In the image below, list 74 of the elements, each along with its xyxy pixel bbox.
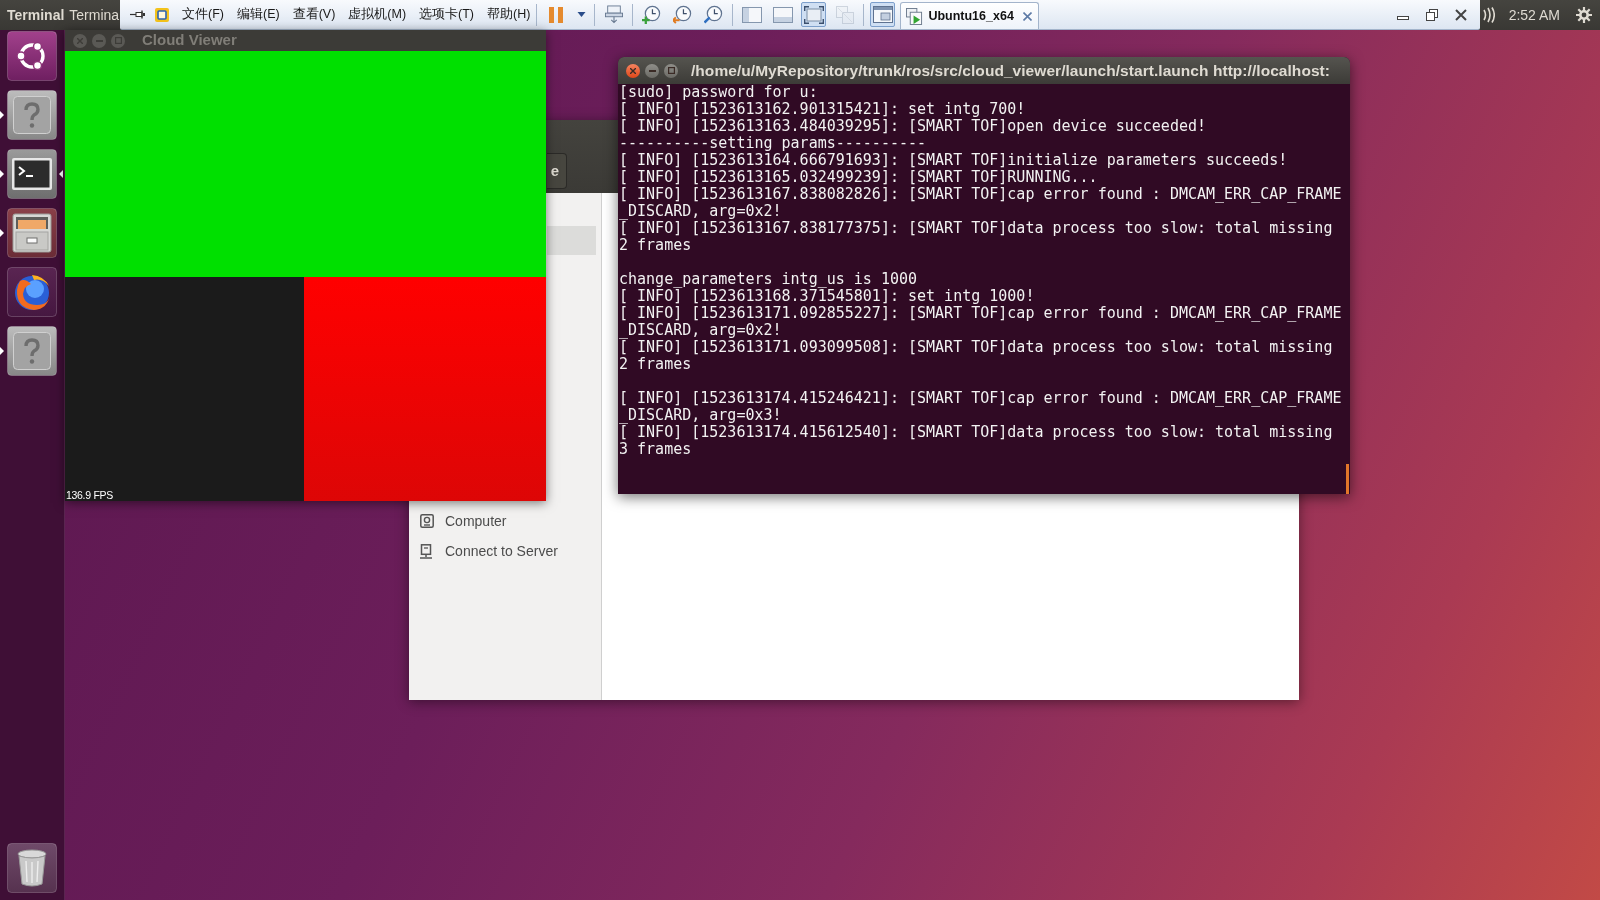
- window-icon: [872, 6, 893, 23]
- terminal-line: [ INFO] [1523613164.666791693]: [SMART TOF]initialize parameters succeeds!: [619, 152, 1288, 169]
- clock-magnifier-icon: [704, 5, 724, 24]
- minimize-icon: [648, 69, 656, 72]
- close-icon[interactable]: [1022, 11, 1032, 21]
- terminal-line: [ INFO] [1523613168.371545801]: set intg 1000!: [619, 288, 1035, 305]
- clock[interactable]: 2:52 AM: [1508, 4, 1560, 26]
- close-button[interactable]: [626, 63, 640, 78]
- maximize-button[interactable]: [664, 63, 678, 78]
- terminal-line: [ INFO] [1523613162.901315421]: set intg 700!: [619, 101, 1026, 118]
- fox-globe-icon: [7, 267, 57, 317]
- close-icon: [77, 37, 83, 44]
- sidebar-item[interactable]: Computer: [409, 506, 601, 536]
- network-computer-icon: [420, 543, 432, 559]
- question-mark-icon: [7, 90, 57, 140]
- header-button[interactable]: e: [547, 153, 567, 189]
- terminal-line: [sudo] password for u:: [619, 84, 818, 101]
- framed-square-icon[interactable]: [155, 7, 169, 22]
- question-mark-icon: [7, 326, 57, 376]
- fullscreen-icon: [803, 5, 824, 24]
- sidebar-label: Computer: [445, 511, 507, 531]
- menu-item[interactable]: 帮助(H): [487, 8, 531, 21]
- fullscreen-button[interactable]: [801, 2, 827, 27]
- terminal-line: [ INFO] [1523613163.484039295]: [SMART TOF]open device succeeded!: [619, 118, 1206, 135]
- menu-item[interactable]: 文件(F): [182, 8, 224, 21]
- trash-icon: [7, 843, 57, 893]
- console-view-button[interactable]: [870, 2, 896, 27]
- close-icon: [630, 67, 636, 74]
- bottom-bar-layout-icon: [772, 6, 793, 23]
- maximize-icon: [667, 67, 675, 74]
- launcher-item[interactable]: [0, 149, 64, 199]
- terminal-line: [ INFO] [1523613174.415246421]: [SMART TOF]cap error found : DMCAM_ERR_CAP_FRAME_DISCARD, arg=0x3!: [619, 390, 1343, 424]
- menu-item[interactable]: 查看(V): [292, 8, 336, 21]
- minimize-button[interactable]: [645, 63, 659, 78]
- window-title: Termina: [69, 5, 120, 25]
- restore-icon[interactable]: [1426, 8, 1438, 21]
- terminal-line: [ INFO] [1523613174.415612540]: [SMART TOF]data process too slow: total missing 3 frames: [619, 424, 1334, 458]
- menu-item[interactable]: 虚拟机(M): [348, 8, 407, 21]
- logo-icon: [7, 31, 57, 81]
- terminal-line: [ INFO] [1523613171.092855227]: [SMART TOF]cap error found : DMCAM_ERR_CAP_FRAME_DISCARD, arg=0x2!: [619, 305, 1343, 339]
- drive-icon: [420, 514, 434, 528]
- terminal-line: ----------setting params----------: [619, 135, 927, 152]
- terminal-line: [ INFO] [1523613171.093099508]: [SMART TOF]data process too slow: total missing 2 frames: [619, 339, 1334, 373]
- sidebar-label: Connect to Server: [445, 541, 558, 561]
- close-icon[interactable]: [1455, 8, 1467, 21]
- sidebar-row-highlight: [547, 226, 596, 255]
- play-window-icon: [906, 7, 924, 25]
- scroll-indicator: [1346, 464, 1349, 494]
- overlapping-windows-icon: [835, 5, 854, 24]
- caret-icon: [576, 12, 586, 17]
- minimize-icon[interactable]: [1397, 15, 1409, 20]
- terminal-line: [ INFO] [1523613165.032499239]: [SMART TOF]RUNNING...: [619, 169, 1098, 186]
- terminal-icon: [7, 149, 57, 199]
- file-cabinet-icon: [7, 208, 57, 258]
- window-title: /home/u/MyRepository/trunk/ros/src/cloud_viewer/launch/start.launch http://localhost:: [691, 60, 1330, 81]
- window-title: Cloud Viewer: [142, 30, 237, 51]
- monitor-arrow-icon: [604, 5, 623, 24]
- signal-waves-icon[interactable]: [1482, 7, 1495, 23]
- terminal-line: change_parameters intg_us is 1000: [619, 271, 917, 288]
- terminal-line: [ INFO] [1523613167.838082826]: [SMART TOF]cap error found : DMCAM_ERR_CAP_FRAME_DISCARD, arg=0x2!: [619, 186, 1343, 220]
- menu-item[interactable]: 编辑(E): [236, 8, 280, 21]
- vm-tab[interactable]: Ubuntu16_x64: [900, 2, 1039, 29]
- gear-icon[interactable]: [1576, 7, 1592, 23]
- sidebar-layout-icon: [741, 6, 762, 23]
- menu-item[interactable]: 选项卡(T): [419, 8, 475, 21]
- maximize-icon: [114, 37, 122, 44]
- app-name: Terminal: [7, 5, 65, 25]
- tab-label: Ubuntu16_x64: [928, 7, 1014, 25]
- terminal-line: [ INFO] [1523613167.838177375]: [SMART TOF]data process too slow: total missing 2 frames: [619, 220, 1334, 254]
- pin-icon[interactable]: [130, 10, 145, 19]
- clock-plus-icon: [642, 5, 662, 24]
- sidebar-item[interactable]: Connect to Server: [409, 536, 601, 566]
- pause-icon: [548, 6, 563, 23]
- fps-counter: 136.9 FPS: [66, 489, 113, 500]
